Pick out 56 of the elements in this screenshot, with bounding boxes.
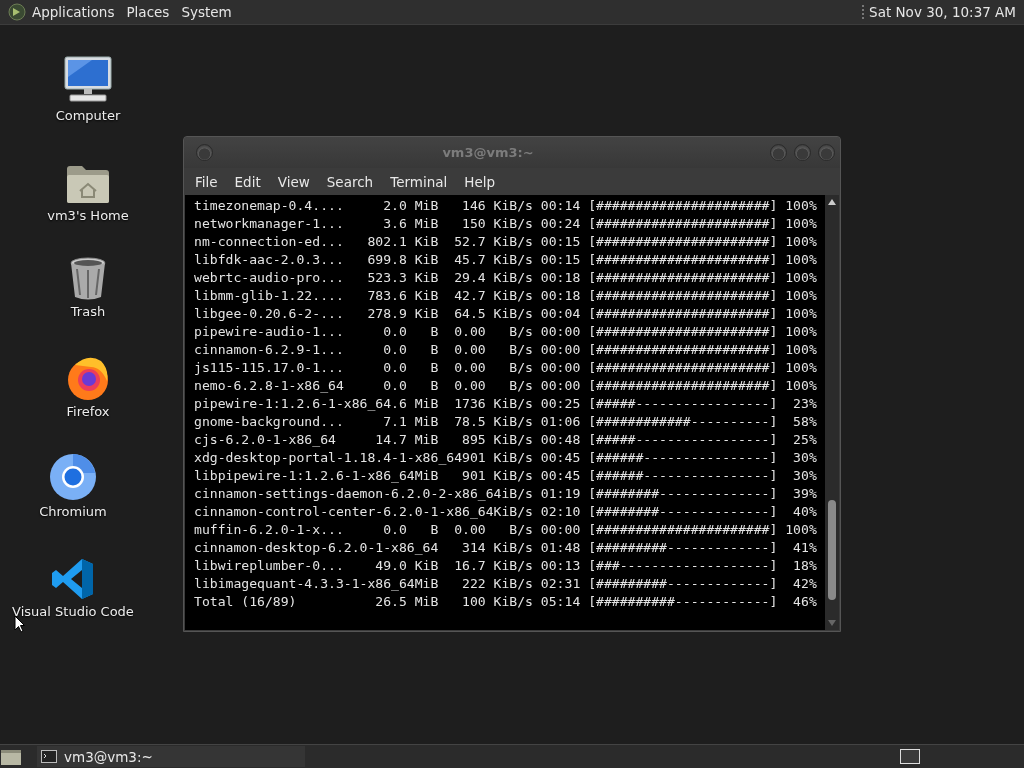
terminal-line: libmm-glib-1.22.... 783.6 KiB 42.7 KiB/s 00:18 [######################] 100% [194,287,818,305]
terminal-line: timezonemap-0.4.... 2.0 MiB 146 KiB/s 00:14 [######################] 100% [194,197,818,215]
terminal-line: gnome-background... 7.1 MiB 78.5 KiB/s 01:06 [############----------] 58% [194,413,818,431]
taskbar-window-button[interactable]: vm3@vm3:~ [37,746,305,767]
panel-handle-icon [861,4,866,20]
terminal-line: libimagequant-4.3.3-1-x86_64MiB 222 KiB/s 02:31 [#########-------------] 42% [194,575,818,593]
terminal-icon [41,750,57,763]
menu-item[interactable]: Edit [227,173,268,190]
ring-circle-icon[interactable] [49,453,97,501]
scroll-down-icon[interactable] [828,620,836,626]
window-title: vm3@vm3:~ [441,145,535,160]
terminal-line: muffin-6.2.0-1-x... 0.0 B 0.00 B/s 00:00 [######################] 100% [194,521,818,539]
terminal-line: pipewire-audio-1... 0.0 B 0.00 B/s 00:00 [######################] 100% [194,323,818,341]
ribbon-icon[interactable] [51,557,95,601]
terminal-line: webrtc-audio-pro... 523.3 KiB 29.4 KiB/s 00:18 [######################] 100% [194,269,818,287]
computer-icon[interactable] [62,55,114,105]
scrollbar[interactable] [825,195,839,630]
terminal-line: xdg-desktop-portal-1.18.4-1-x86_64901 KiB/s 00:45 [######----------------] 30% [194,449,818,467]
clock[interactable]: Sat Nov 30, 10:37 AM [865,4,1020,20]
panel-menu[interactable]: Places [120,1,176,23]
workspace-switcher[interactable] [900,749,920,764]
mouse-cursor-icon [14,615,25,633]
terminal-line: cinnamon-6.2.9-1... 0.0 B 0.00 B/s 00:00 [######################] 100% [194,341,818,359]
menu-item[interactable]: File [188,173,225,190]
trash-icon[interactable] [69,257,107,301]
terminal-line: cinnamon-desktop-6.2.0-1-x86_64 314 KiB/s 01:48 [#########-------------] 41% [194,539,818,557]
terminal-line: libwireplumber-0... 49.0 KiB 16.7 KiB/s 00:13 [###-------------------] 18% [194,557,818,575]
desktop-icon-label[interactable]: Trash [70,304,106,319]
terminal-line: libpipewire-1:1.2.6-1-x86_64MiB 901 KiB/s 00:45 [######----------------] 30% [194,467,818,485]
panel-menu[interactable]: System [175,1,238,23]
home-folder-icon[interactable] [65,163,111,205]
terminal-line: networkmanager-1... 3.6 MiB 150 KiB/s 00:24 [######################] 100% [194,215,818,233]
scroll-up-icon[interactable] [828,199,836,205]
scroll-thumb[interactable] [828,500,836,600]
panel-menu[interactable]: Applications [26,1,121,23]
terminal-line: nm-connection-ed... 802.1 KiB 52.7 KiB/s 00:15 [######################] 100% [194,233,818,251]
menu-item[interactable]: Help [457,173,503,190]
flame-globe-icon[interactable] [65,355,111,401]
desktop-icon-label[interactable]: Computer [55,108,121,123]
desktop-icon-label[interactable]: vm3's Home [47,208,129,223]
menu-item[interactable]: Terminal [383,173,455,190]
terminal-line: libfdk-aac-2.0.3... 699.8 KiB 45.7 KiB/s 00:15 [######################] 100% [194,251,818,269]
desktop-icon-label[interactable]: Chromium [39,504,107,519]
menu-item[interactable]: Search [319,173,381,190]
terminal-line: libgee-0.20.6-2-... 278.9 KiB 64.5 KiB/s 00:04 [######################] 100% [194,305,818,323]
terminal-line: Total (16/89) 26.5 MiB 100 KiB/s 05:14 [##########------------] 46% [194,593,818,611]
terminal-line: cinnamon-control-center-6.2.0-1-x86_64KiB/s 02:10 [########--------------] 40% [194,503,818,521]
terminal-line: cjs-6.2.0-1-x86_64 14.7 MiB 895 KiB/s 00:48 [#####-----------------] 25% [194,431,818,449]
desktop-icon-label[interactable]: Visual Studio Code [12,604,134,619]
menu-item[interactable]: View [270,173,317,190]
terminal-line: pipewire-1:1.2.6-1-x86_64.6 MiB 1736 KiB/s 00:25 [#####-----------------] 23% [194,395,818,413]
menu-logo-icon[interactable] [8,3,26,21]
terminal-line: cinnamon-settings-daemon-6.2.0-2-x86_64iB/s 01:19 [########--------------] 39% [194,485,818,503]
desktop-icon-label[interactable]: Firefox [66,404,110,419]
terminal-line: js115-115.17.0-1... 0.0 B 0.00 B/s 00:00 [######################] 100% [194,359,818,377]
terminal-line: nemo-6.2.8-1-x86_64 0.0 B 0.00 B/s 00:00 [######################] 100% [194,377,818,395]
